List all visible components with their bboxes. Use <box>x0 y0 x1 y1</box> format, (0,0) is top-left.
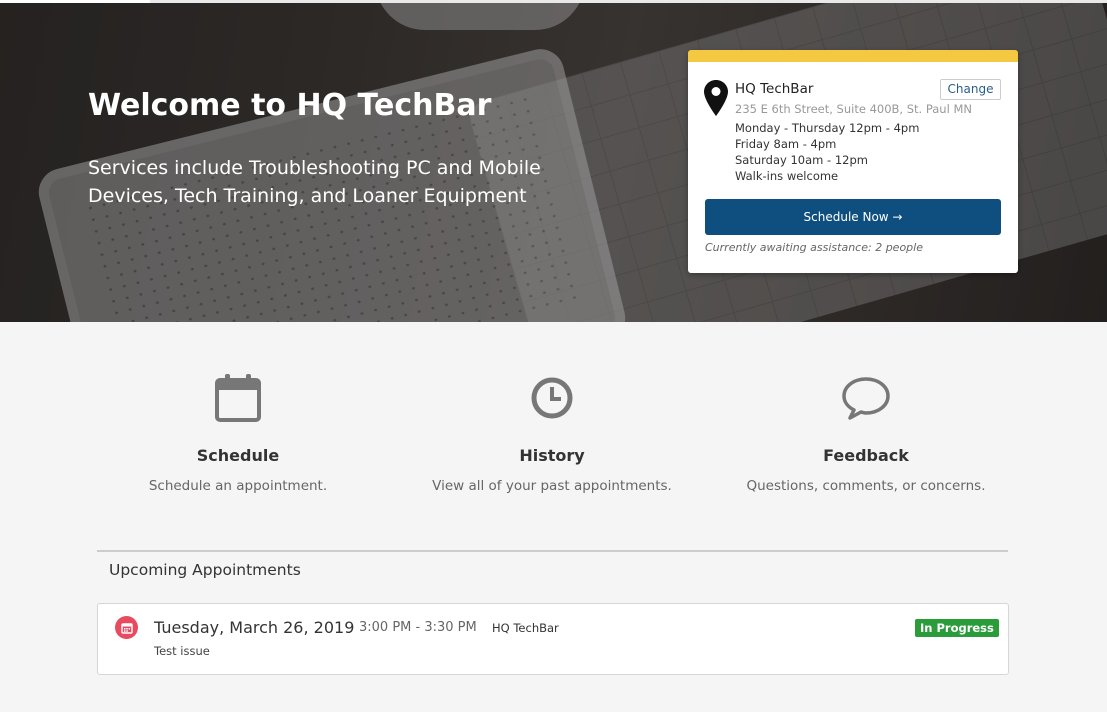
section-divider <box>97 550 1008 552</box>
clock-icon <box>531 377 573 419</box>
feature-title: Feedback <box>823 446 909 465</box>
appointment-description: Test issue <box>154 644 210 658</box>
feature-description: Questions, comments, or concerns. <box>746 478 986 494</box>
hours-line: Monday - Thursday 12pm - 4pm <box>735 121 920 135</box>
appointment-card[interactable]: Tuesday, March 26, 2019 3:00 PM - 3:30 P… <box>97 603 1009 675</box>
location-card: HQ TechBar Change 235 E 6th Street, Suit… <box>688 50 1018 273</box>
hero-title: Welcome to HQ TechBar <box>88 88 492 123</box>
feature-history[interactable]: History View all of your past appointmen… <box>402 370 702 494</box>
schedule-now-button[interactable]: Schedule Now → <box>705 199 1001 235</box>
upcoming-heading: Upcoming Appointments <box>109 561 301 579</box>
appointment-location: HQ TechBar <box>492 621 559 635</box>
location-address: 235 E 6th Street, Suite 400B, St. Paul M… <box>735 102 972 116</box>
appointment-calendar-icon <box>115 616 138 639</box>
calendar-icon <box>215 374 261 422</box>
feature-feedback[interactable]: Feedback Questions, comments, or concern… <box>716 370 1016 494</box>
feature-schedule[interactable]: Schedule Schedule an appointment. <box>88 370 388 494</box>
queue-status: Currently awaiting assistance: 2 people <box>705 241 923 254</box>
change-location-button[interactable]: Change <box>940 79 1001 100</box>
appointment-date: Tuesday, March 26, 2019 <box>154 618 355 637</box>
feature-title: Schedule <box>196 446 280 465</box>
feature-description: View all of your past appointments. <box>432 478 672 494</box>
feature-title: History <box>519 446 585 465</box>
appointment-time: 3:00 PM - 3:30 PM <box>359 620 477 635</box>
chat-bubble-icon <box>842 377 890 420</box>
status-badge: In Progress <box>915 619 999 637</box>
walk-ins-note: Walk-ins welcome <box>735 169 839 183</box>
location-hours: Monday - Thursday 12pm - 4pm Friday 8am … <box>735 120 919 184</box>
hours-line: Saturday 10am - 12pm <box>735 153 868 167</box>
hero-subtitle: Services include Troubleshooting PC and … <box>88 157 541 207</box>
location-name: HQ TechBar <box>735 81 814 97</box>
hours-line: Friday 8am - 4pm <box>735 137 837 151</box>
map-pin-icon <box>704 80 728 116</box>
feature-description: Schedule an appointment. <box>148 478 328 494</box>
